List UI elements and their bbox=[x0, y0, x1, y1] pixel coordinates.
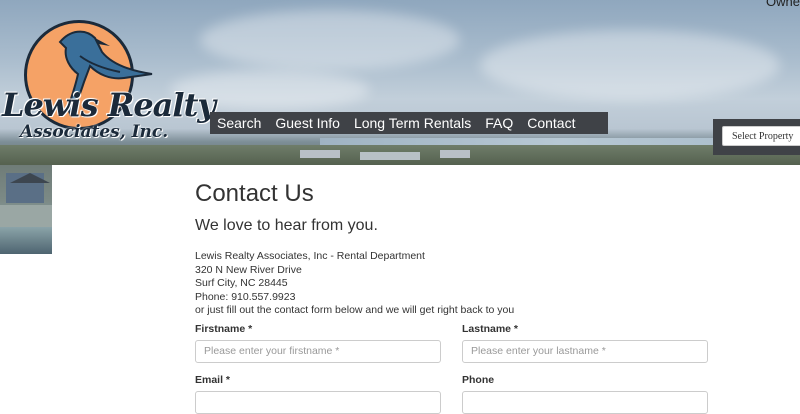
town-building bbox=[300, 150, 340, 158]
town-building bbox=[440, 150, 470, 158]
firstname-label: Firstname * bbox=[195, 323, 253, 335]
contact-address: Lewis Realty Associates, Inc - Rental De… bbox=[195, 250, 715, 318]
phone-field: Phone bbox=[462, 374, 708, 414]
cloud bbox=[200, 10, 460, 70]
address-line: 320 N New River Drive bbox=[195, 263, 302, 276]
site-logo[interactable]: Lewis Realty Associates, Inc. bbox=[0, 18, 216, 148]
town-building bbox=[360, 152, 420, 160]
address-line: Lewis Realty Associates, Inc - Rental De… bbox=[195, 250, 425, 262]
phone-label: Phone bbox=[462, 374, 495, 386]
contact-content: Contact Us We love to hear from you. Lew… bbox=[195, 165, 715, 318]
email-field: Email * bbox=[195, 374, 441, 414]
firstname-input[interactable]: Please enter your firstname * bbox=[195, 340, 441, 363]
nav-guest-info[interactable]: Guest Info bbox=[268, 112, 347, 134]
logo-subtitle: Associates, Inc. bbox=[20, 122, 169, 142]
logo-title: Lewis Realty bbox=[2, 86, 216, 124]
nav-contact[interactable]: Contact bbox=[520, 112, 582, 134]
lastname-field: Lastname * Please enter your lastname * bbox=[462, 323, 708, 363]
house-image bbox=[6, 173, 50, 203]
form-intro: or just fill out the contact form below … bbox=[195, 304, 515, 316]
house-image bbox=[0, 205, 52, 227]
email-input[interactable] bbox=[195, 391, 441, 414]
lastname-label: Lastname * bbox=[462, 323, 519, 335]
page-title: Contact Us bbox=[195, 180, 314, 207]
side-photo bbox=[0, 165, 52, 254]
owner-link[interactable]: Owne bbox=[766, 0, 800, 9]
nav-long-term-rentals[interactable]: Long Term Rentals bbox=[347, 112, 478, 134]
cloud bbox=[480, 30, 780, 100]
email-label: Email * bbox=[195, 374, 231, 386]
firstname-field: Firstname * Please enter your firstname … bbox=[195, 323, 441, 363]
property-select-panel: Select Property bbox=[713, 119, 800, 155]
property-select[interactable]: Select Property bbox=[722, 126, 800, 146]
main-nav: Search Guest Info Long Term Rentals FAQ … bbox=[210, 112, 608, 134]
phone-input[interactable] bbox=[462, 391, 708, 414]
page-subtitle: We love to hear from you. bbox=[195, 217, 378, 234]
nav-search[interactable]: Search bbox=[210, 112, 268, 134]
phone-line: Phone: 910.557.9923 bbox=[195, 290, 296, 303]
nav-faq[interactable]: FAQ bbox=[478, 112, 520, 134]
lastname-input[interactable]: Please enter your lastname * bbox=[462, 340, 708, 363]
address-line: Surf City, NC 28445 bbox=[195, 277, 288, 289]
